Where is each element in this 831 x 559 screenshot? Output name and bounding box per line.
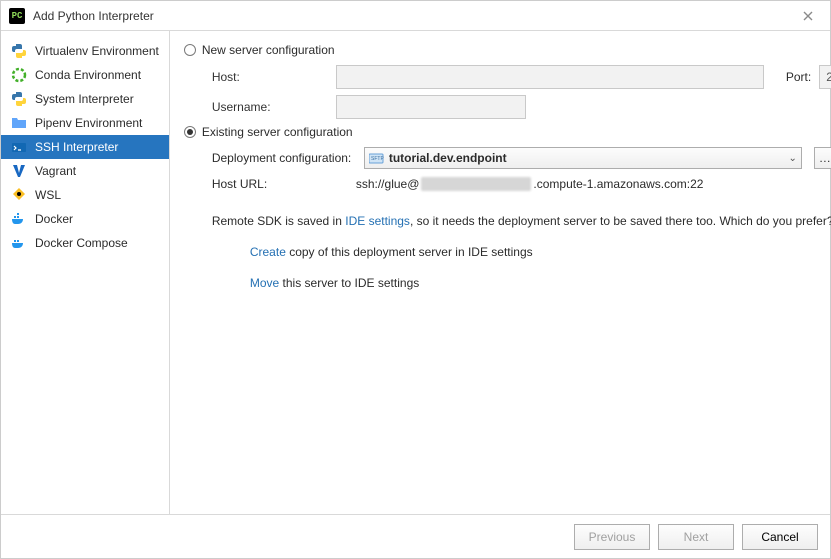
username-label: Username: (212, 100, 328, 114)
sidebar-item-label: Virtualenv Environment (35, 44, 159, 58)
sidebar: Virtualenv Environment Conda Environment… (1, 31, 170, 514)
sidebar-item-virtualenv[interactable]: Virtualenv Environment (1, 39, 169, 63)
sidebar-item-label: Pipenv Environment (35, 116, 142, 130)
ellipsis-icon: … (819, 151, 831, 165)
create-copy-link[interactable]: Create (250, 245, 286, 259)
hosturl-label: Host URL: (212, 177, 356, 191)
sidebar-item-system[interactable]: System Interpreter (1, 87, 169, 111)
sidebar-item-label: Docker (35, 212, 73, 226)
hosturl-redacted (421, 177, 531, 191)
docker-compose-icon (11, 235, 27, 251)
sidebar-item-docker-compose[interactable]: Docker Compose (1, 231, 169, 255)
create-rest: copy of this deployment server in IDE se… (286, 245, 533, 259)
hosturl-prefix: ssh://glue@ (356, 177, 420, 191)
sidebar-item-label: SSH Interpreter (35, 140, 118, 154)
radio-existing-server[interactable]: Existing server configuration (184, 125, 831, 139)
new-server-fields: Host: Port: Username: (184, 65, 831, 119)
python-icon (11, 43, 27, 59)
footer: Previous Next Cancel (1, 514, 830, 558)
sidebar-item-pipenv[interactable]: Pipenv Environment (1, 111, 169, 135)
sftp-icon: SFTP (369, 152, 385, 164)
next-button[interactable]: Next (658, 524, 734, 550)
content: Virtualenv Environment Conda Environment… (1, 31, 830, 514)
browse-button[interactable]: … (814, 147, 831, 169)
note-part2: , so it needs the deployment server to b… (410, 214, 831, 228)
radio-new-server[interactable]: New server configuration (184, 43, 831, 57)
vagrant-icon (11, 163, 27, 179)
conda-icon (11, 67, 27, 83)
sidebar-item-ssh[interactable]: SSH Interpreter (1, 135, 169, 159)
close-icon (803, 11, 813, 21)
folder-icon (11, 115, 27, 131)
ssh-icon (11, 139, 27, 155)
radio-label: Existing server configuration (202, 125, 353, 139)
existing-server-fields: Deployment configuration: SFTP tutorial.… (184, 147, 831, 291)
ide-settings-link[interactable]: IDE settings (345, 214, 410, 228)
username-input[interactable] (336, 95, 526, 119)
hosturl-value: ssh://glue@ .compute-1.amazonaws.com:22 (356, 177, 704, 191)
note-part1: Remote SDK is saved in (212, 214, 345, 228)
sidebar-item-vagrant[interactable]: Vagrant (1, 159, 169, 183)
deploy-config-value: tutorial.dev.endpoint (389, 151, 785, 165)
deploy-config-label: Deployment configuration: (212, 151, 356, 165)
sidebar-item-label: Vagrant (35, 164, 76, 178)
chevron-down-icon: ⌄ (788, 153, 796, 164)
sidebar-item-docker[interactable]: Docker (1, 207, 169, 231)
sidebar-item-wsl[interactable]: WSL (1, 183, 169, 207)
app-icon: PC (9, 8, 25, 24)
radio-icon (184, 44, 196, 56)
move-link[interactable]: Move (250, 276, 279, 290)
radio-label: New server configuration (202, 43, 335, 57)
host-label: Host: (212, 70, 328, 84)
dialog-title: Add Python Interpreter (33, 9, 794, 23)
titlebar: PC Add Python Interpreter (1, 1, 830, 31)
wsl-icon (11, 187, 27, 203)
svg-text:SFTP: SFTP (371, 156, 384, 162)
cancel-button[interactable]: Cancel (742, 524, 818, 550)
sidebar-item-label: System Interpreter (35, 92, 134, 106)
host-input[interactable] (336, 65, 764, 89)
sidebar-item-label: Docker Compose (35, 236, 128, 250)
sidebar-item-label: Conda Environment (35, 68, 141, 82)
python-icon (11, 91, 27, 107)
sidebar-item-conda[interactable]: Conda Environment (1, 63, 169, 87)
note-text: Remote SDK is saved in IDE settings, so … (212, 213, 831, 291)
radio-icon (184, 126, 196, 138)
deploy-config-select[interactable]: SFTP tutorial.dev.endpoint ⌄ (364, 147, 802, 169)
move-rest: this server to IDE settings (279, 276, 419, 290)
hosturl-suffix: .compute-1.amazonaws.com:22 (533, 177, 703, 191)
port-input[interactable] (819, 65, 831, 89)
docker-icon (11, 211, 27, 227)
port-label: Port: (786, 70, 811, 84)
sidebar-item-label: WSL (35, 188, 61, 202)
previous-button[interactable]: Previous (574, 524, 650, 550)
main-panel: New server configuration Host: Port: Use… (170, 31, 831, 514)
close-button[interactable] (794, 2, 822, 30)
